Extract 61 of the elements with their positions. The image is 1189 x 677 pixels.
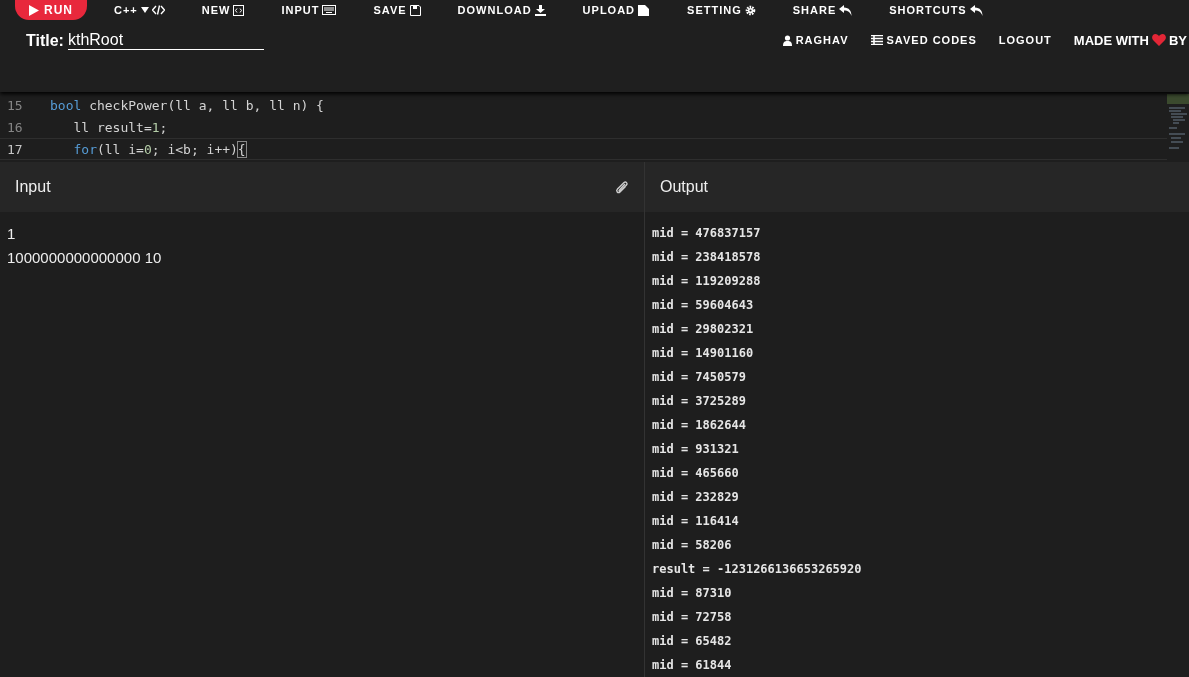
toolbar-button[interactable]: SETTING: [676, 0, 767, 20]
code-icon: [151, 5, 165, 15]
output-line: mid = 58206: [652, 537, 733, 554]
line-number: 17: [6, 141, 24, 157]
code-line: ll result=1;: [72, 119, 168, 135]
input-line: 1: [7, 224, 17, 244]
panel-title: Input: [15, 178, 51, 196]
line-number: 16: [6, 119, 24, 135]
paperclip-icon[interactable]: [615, 179, 629, 195]
output-line: mid = 59604643: [652, 297, 755, 314]
output-line: mid = 7450579: [652, 369, 747, 386]
output-line: mid = 476837157: [652, 225, 762, 242]
gear-icon: [744, 4, 756, 16]
user-icon: [782, 34, 792, 46]
reply-arrow-icon: [969, 4, 983, 16]
toolbar-button[interactable]: SHARE: [781, 0, 864, 20]
output-line: mid = 238418578: [652, 249, 762, 266]
code-line: bool checkPower(ll a, ll b, ll n) {: [50, 97, 324, 113]
input-line: 1000000000000000 10: [7, 248, 163, 268]
menu-link[interactable]: SAVED CODES: [870, 34, 977, 46]
output-line: mid = 232829: [652, 489, 740, 506]
output-line: mid = 61844: [652, 657, 733, 674]
output-line: mid = 1862644: [652, 417, 747, 434]
by-text: BY: [1168, 32, 1187, 48]
reply-arrow-icon: [839, 4, 853, 16]
code-editor[interactable]: 15 bool checkPower(ll a, ll b, ll n) { 16 ll result=1; 17 for(ll i=0; i<b; i++){: [0, 92, 1189, 162]
output-line: mid = 465660: [652, 465, 740, 482]
keyboard-icon: [322, 5, 337, 15]
toolbar-button[interactable]: SAVE: [362, 0, 432, 20]
play-icon: [29, 4, 39, 16]
output-line: mid = 119209288: [652, 273, 762, 290]
output-line: mid = 931321: [652, 441, 740, 458]
list-icon: [870, 35, 883, 45]
file-code-icon: [233, 4, 245, 16]
panel-title: Output: [660, 178, 709, 196]
menu-link[interactable]: LOGOUT: [998, 34, 1052, 46]
output-line: mid = 72758: [652, 609, 733, 626]
toolbar-button[interactable]: SHORTCUTS: [878, 0, 994, 20]
title-label: Title:: [26, 31, 64, 50]
line-number: 15: [6, 97, 24, 113]
toolbar-button[interactable]: DOWNLOAD: [446, 0, 557, 20]
output-line: mid = 87310: [652, 585, 733, 602]
toolbar-button[interactable]: C++: [103, 0, 176, 20]
toolbar-button[interactable]: INPUT: [270, 0, 348, 20]
heart-icon: [1151, 34, 1166, 46]
caret-icon: [140, 7, 149, 13]
output-line: mid = 14901160: [652, 345, 755, 362]
title-input[interactable]: kthRoot: [67, 30, 264, 50]
toolbar-button[interactable]: RUN: [15, 0, 87, 20]
toolbar-button[interactable]: UPLOAD: [571, 0, 662, 20]
output-line: mid = 116414: [652, 513, 740, 530]
file-icon: [638, 4, 651, 16]
output-line: result = -1231266136653265920: [652, 561, 863, 578]
download-icon: [534, 4, 546, 16]
output-line: mid = 65482: [652, 633, 733, 650]
output-line: mid = 3725289: [652, 393, 747, 410]
output-line: mid = 29802321: [652, 321, 755, 338]
menu-link[interactable]: RAGHAV: [782, 34, 849, 46]
code-line: for(ll i=0; i<b; i++){: [72, 141, 246, 157]
made-with-text: MADE WITH: [1073, 32, 1149, 48]
toolbar-button[interactable]: NEW: [190, 0, 256, 20]
